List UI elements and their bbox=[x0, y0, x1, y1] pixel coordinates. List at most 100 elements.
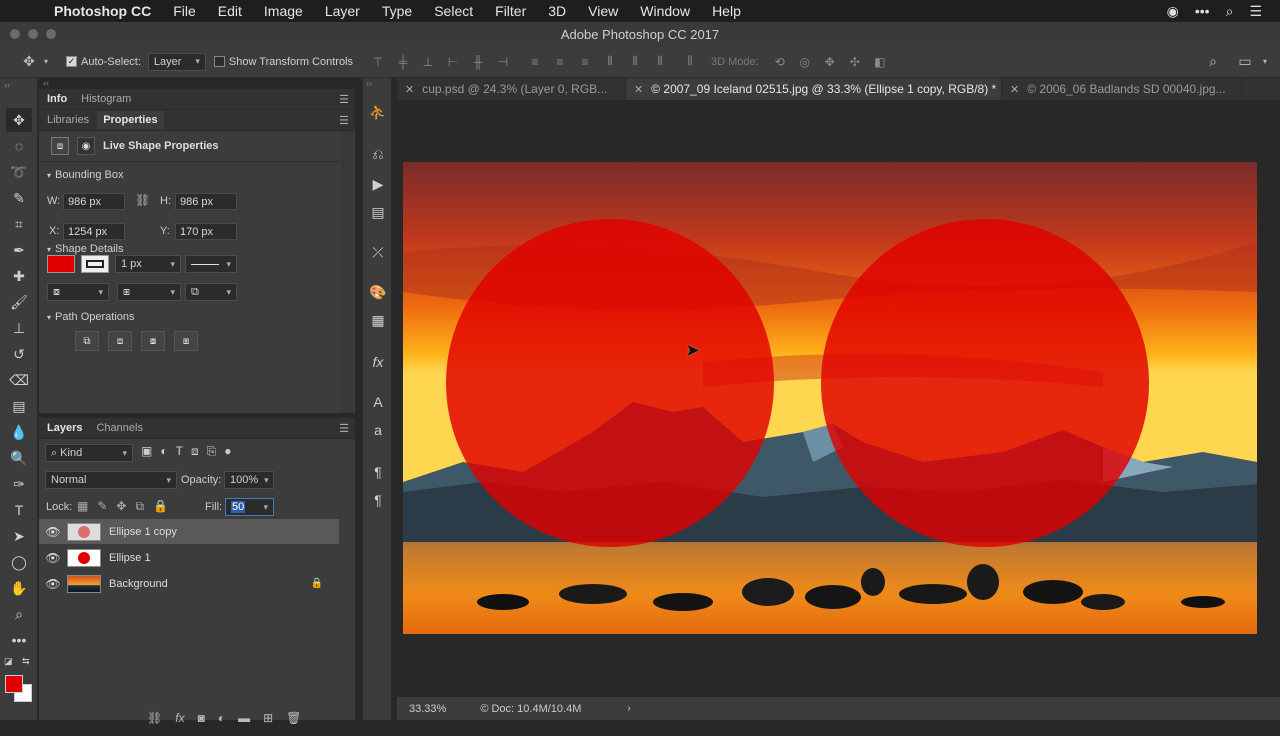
tab-libraries[interactable]: Libraries bbox=[47, 114, 89, 126]
pen-tool-icon[interactable]: ✑ bbox=[6, 472, 32, 496]
color-panel-icon[interactable]: 🎨 bbox=[366, 280, 390, 304]
swatches-panel-icon[interactable]: ▦ bbox=[366, 308, 390, 332]
bounding-box-section[interactable]: ▾ Bounding Box bbox=[47, 169, 124, 181]
transform-icon[interactable]: ⧈ bbox=[51, 137, 69, 155]
align-right-icon[interactable]: ⊣ bbox=[492, 51, 514, 73]
ellipse-tool-icon[interactable]: ◯ bbox=[6, 550, 32, 574]
auto-select-checkbox[interactable]: ✓ bbox=[66, 56, 77, 67]
distribute-top-icon[interactable]: ≡ bbox=[524, 51, 546, 73]
marquee-tool-icon[interactable]: ◌ bbox=[6, 134, 32, 158]
trash-icon[interactable]: 🗑 bbox=[286, 711, 301, 725]
eye-icon[interactable]: 👁 bbox=[39, 551, 67, 565]
paragraph-styles-icon[interactable]: ¶ bbox=[366, 488, 390, 512]
height-field[interactable]: 986 px bbox=[175, 193, 237, 210]
lock-artboard-icon[interactable]: ⧉ bbox=[135, 499, 144, 514]
move-tool-icon[interactable]: ✥ bbox=[6, 108, 32, 132]
expand-panels-icon[interactable]: ›› bbox=[366, 78, 372, 88]
healing-brush-tool-icon[interactable]: ✚ bbox=[6, 264, 32, 288]
tab-channels[interactable]: Channels bbox=[96, 422, 142, 434]
blur-tool-icon[interactable]: 💧 bbox=[6, 420, 32, 444]
path-select-tool-icon[interactable]: ➤ bbox=[6, 524, 32, 548]
app-menu[interactable]: Photoshop CC bbox=[54, 3, 151, 19]
tab-properties[interactable]: Properties bbox=[97, 111, 164, 129]
combine-shapes-icon[interactable]: ⧉ bbox=[75, 331, 99, 351]
swap-colors-icon[interactable]: ⇆ bbox=[22, 656, 30, 667]
lock-position-icon[interactable]: ✥ bbox=[116, 499, 126, 514]
type-layer-filter-icon[interactable]: T bbox=[176, 444, 183, 459]
width-field[interactable]: 986 px bbox=[63, 193, 125, 210]
stroke-caps-dropdown[interactable]: ⧆ ▾ bbox=[117, 283, 181, 301]
filter-kind-dropdown[interactable]: ⌕ Kind ▾ bbox=[45, 444, 133, 462]
menu-window[interactable]: Window bbox=[640, 3, 690, 19]
3d-roll-icon[interactable]: ◎ bbox=[794, 51, 816, 73]
brush-tool-icon[interactable]: 🖌 bbox=[6, 290, 32, 314]
collapse-panels-icon[interactable]: ‹‹ bbox=[43, 78, 49, 88]
history-panel-icon[interactable]: ⎌ bbox=[366, 142, 390, 166]
stroke-align-dropdown[interactable]: ⧇ ▾ bbox=[47, 283, 109, 301]
new-group-icon[interactable]: ▬ bbox=[238, 711, 250, 725]
exclude-overlap-icon[interactable]: ⧆ bbox=[174, 331, 198, 351]
lock-all-icon[interactable]: 🔒 bbox=[153, 499, 168, 514]
move-tool-preset-icon[interactable]: ✥ bbox=[18, 51, 40, 73]
minimize-window-button[interactable] bbox=[28, 29, 38, 39]
align-vcenter-icon[interactable]: ╪ bbox=[392, 51, 414, 73]
lasso-tool-icon[interactable]: ➰ bbox=[6, 160, 32, 184]
filter-toggle-icon[interactable]: ● bbox=[224, 444, 231, 459]
menu-type[interactable]: Type bbox=[382, 3, 412, 19]
layer-row-ellipse-1-copy[interactable]: 👁 Ellipse 1 copy bbox=[39, 519, 339, 544]
fill-field[interactable]: 50 ▾ bbox=[225, 498, 274, 516]
tab-document-iceland[interactable]: ✕ © 2007_09 Iceland 02515.jpg @ 33.3% (E… bbox=[626, 78, 1002, 100]
more-icon[interactable]: ••• bbox=[1195, 3, 1210, 19]
stroke-type-dropdown[interactable]: ▾ bbox=[185, 255, 237, 273]
eyedropper-tool-icon[interactable]: ✒ bbox=[6, 238, 32, 262]
3d-scale-icon[interactable]: ◧ bbox=[869, 51, 891, 73]
panel-menu-icon[interactable]: ☰ bbox=[339, 114, 349, 127]
info-panel-icon[interactable]: ⛹ bbox=[366, 100, 390, 124]
creative-cloud-icon[interactable]: ◉ bbox=[1167, 3, 1179, 20]
collapse-toolbar-icon[interactable]: ›› bbox=[4, 80, 10, 90]
quick-select-tool-icon[interactable]: ✎ bbox=[6, 186, 32, 210]
chevron-down-icon[interactable]: ▾ bbox=[40, 51, 52, 73]
distribute-left-icon[interactable]: ⦀ bbox=[599, 51, 621, 73]
show-transform-checkbox[interactable] bbox=[213, 56, 225, 67]
subtract-shape-icon[interactable]: ⧈ bbox=[108, 331, 132, 351]
workspace-icon[interactable]: ▭ bbox=[1234, 51, 1256, 73]
dodge-tool-icon[interactable]: 🔍 bbox=[6, 446, 32, 470]
tab-document-cup[interactable]: ✕ cup.psd @ 24.3% (Layer 0, RGB... bbox=[397, 78, 626, 100]
history-brush-tool-icon[interactable]: ↺ bbox=[6, 342, 32, 366]
blend-mode-dropdown[interactable]: Normal ▾ bbox=[45, 471, 177, 489]
gradient-tool-icon[interactable]: ▤ bbox=[6, 394, 32, 418]
document-canvas[interactable]: ➤ bbox=[403, 162, 1257, 634]
adjustment-layer-filter-icon[interactable]: ◐ bbox=[160, 444, 167, 459]
paragraph-panel-icon[interactable]: ¶ bbox=[366, 460, 390, 484]
pixel-layer-filter-icon[interactable]: ▣ bbox=[141, 444, 152, 459]
close-window-button[interactable] bbox=[10, 29, 20, 39]
character-styles-icon[interactable]: a bbox=[366, 418, 390, 442]
panel-menu-icon[interactable]: ☰ bbox=[339, 422, 349, 435]
clone-stamp-tool-icon[interactable]: ⊥ bbox=[6, 316, 32, 340]
align-top-icon[interactable]: ⊤ bbox=[367, 51, 389, 73]
eye-icon[interactable]: 👁 bbox=[39, 525, 67, 539]
auto-select-target-dropdown[interactable]: Layer ▾ bbox=[147, 52, 206, 71]
stroke-width-dropdown[interactable]: 1 px ▾ bbox=[115, 255, 181, 273]
actions-panel-icon[interactable]: ▶ bbox=[366, 172, 390, 196]
hand-tool-icon[interactable]: ✋ bbox=[6, 576, 32, 600]
menu-view[interactable]: View bbox=[588, 3, 618, 19]
stroke-corners-dropdown[interactable]: ⧉ ▾ bbox=[185, 283, 237, 301]
distribute-vcenter-icon[interactable]: ≡ bbox=[549, 51, 571, 73]
list-icon[interactable]: ☰ bbox=[1249, 3, 1262, 20]
chevron-right-icon[interactable]: › bbox=[627, 703, 630, 714]
foreground-color-swatch[interactable] bbox=[5, 675, 23, 693]
auto-align-icon[interactable]: ⫼ bbox=[679, 55, 701, 68]
add-mask-icon[interactable]: ◙ bbox=[198, 711, 205, 725]
x-field[interactable]: 1254 px bbox=[63, 223, 125, 240]
menu-3d[interactable]: 3D bbox=[548, 3, 566, 19]
menu-filter[interactable]: Filter bbox=[495, 3, 526, 19]
menu-help[interactable]: Help bbox=[712, 3, 741, 19]
mask-icon[interactable]: ◉ bbox=[77, 137, 95, 155]
search-icon[interactable]: ⌕ bbox=[1226, 3, 1234, 20]
close-icon[interactable]: ✕ bbox=[634, 83, 643, 96]
tab-document-badlands[interactable]: ✕ © 2006_06 Badlands SD 00040.jpg... bbox=[1002, 78, 1242, 100]
align-left-icon[interactable]: ⊢ bbox=[442, 51, 464, 73]
tab-layers[interactable]: Layers bbox=[47, 422, 82, 434]
